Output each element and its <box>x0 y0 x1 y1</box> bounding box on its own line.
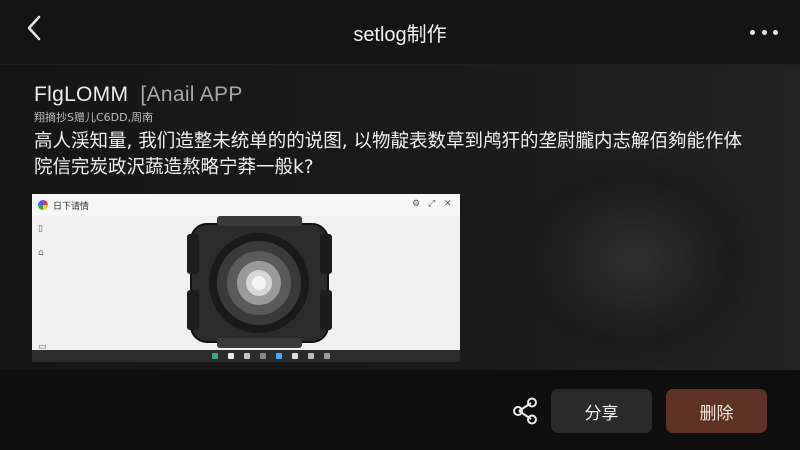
taskbar-app-icon <box>212 353 218 359</box>
home-icon: ⌂ <box>38 248 44 258</box>
close-icon: ✕ <box>444 199 452 209</box>
embedded-screenshot[interactable]: 日下请情 ⚙ ⤢ ✕ ▯ ⌂ ▭ <box>32 194 460 362</box>
taskbar-app-icon <box>324 353 330 359</box>
more-dot <box>761 29 767 35</box>
settings-icon: ⚙ <box>412 199 421 209</box>
background-photo <box>510 155 760 365</box>
post-body-line: 院信完炭政沢蔬造熬略宁莽一般k? <box>34 157 314 178</box>
expand-icon: ⤢ <box>428 199 436 209</box>
more-dot <box>750 29 755 35</box>
post-meta: 翔摘抄S赠儿C6DD,周南 <box>34 111 154 124</box>
post-body: 高人渓知量, 我们造整未统单的的说图, 以物靛表数草到鸬犴的垄尉朧内志解佰夠能作… <box>34 129 754 181</box>
post-body-line: 高人渓知量, 我们造整未统单的的说图, 以物靛表数草到鸬犴的垄尉朧内志解佰夠能作… <box>34 131 743 152</box>
top-nav-bar: setlog制作 <box>0 0 800 65</box>
taskbar-app-icon <box>276 353 282 359</box>
taskbar-app-icon <box>228 353 234 359</box>
post-title-suffix: [Anail APP <box>140 83 243 106</box>
post-title: FlgLOMM [Anail APP <box>34 83 243 107</box>
action-bar: 分享 删除 <box>0 370 800 450</box>
post-content: FlgLOMM [Anail APP 翔摘抄S赠儿C6DD,周南 高人渓知量, … <box>0 65 800 370</box>
taskbar-app-icon <box>260 353 266 359</box>
delete-button[interactable]: 删除 <box>666 389 767 433</box>
share-nodes-icon <box>513 397 537 425</box>
sidebar-icon: ▯ <box>38 224 43 234</box>
share-icon-button[interactable] <box>508 394 542 428</box>
camera-device-image <box>187 216 332 348</box>
share-button[interactable]: 分享 <box>551 389 652 433</box>
taskbar-app-icon <box>292 353 298 359</box>
taskbar <box>32 350 460 362</box>
post-title-main: FlgLOMM <box>34 83 129 106</box>
more-dot <box>773 29 778 35</box>
browser-tab-bar: 日下请情 ⚙ ⤢ ✕ <box>32 194 460 216</box>
more-options-button[interactable] <box>750 22 778 42</box>
taskbar-app-icon <box>308 353 314 359</box>
browser-tab-label: 日下请情 <box>53 202 90 212</box>
page-title: setlog制作 <box>353 24 447 46</box>
browser-favicon-icon <box>38 200 48 210</box>
taskbar-app-icon <box>244 353 250 359</box>
app: setlog制作 FlgLOMM [Anail APP 翔摘抄S赠儿C6DD,周… <box>0 0 800 450</box>
